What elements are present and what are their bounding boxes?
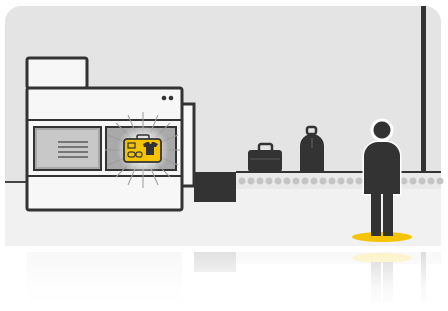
standing-spot	[352, 232, 412, 242]
indicator-light	[161, 95, 167, 101]
scanner-screen-bag-icon	[123, 134, 162, 163]
background-pillar	[421, 6, 426, 174]
reflection-fade	[0, 250, 448, 311]
illustration-canvas	[0, 6, 448, 311]
security-scan-illustration	[0, 0, 448, 311]
indicator-light	[168, 95, 174, 101]
text-screen	[33, 126, 102, 171]
